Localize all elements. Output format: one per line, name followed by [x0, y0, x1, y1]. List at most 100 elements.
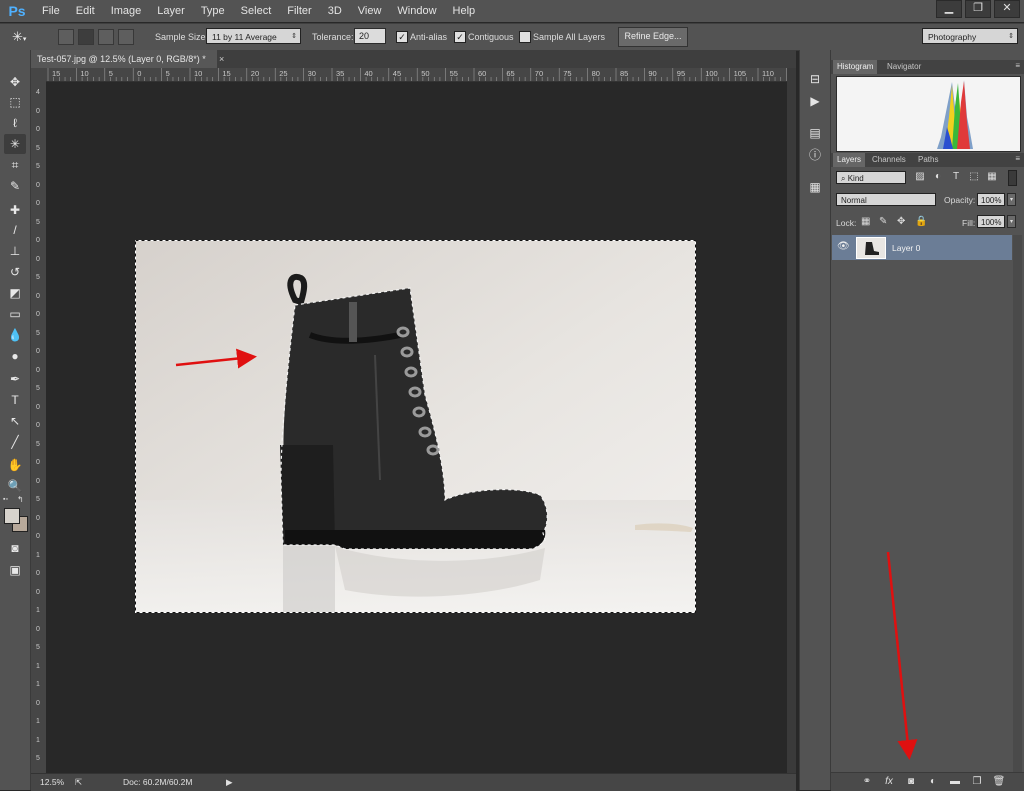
menu-window[interactable]: Window: [389, 0, 444, 22]
anti-alias-checkbox[interactable]: ✓: [396, 31, 408, 43]
paragraph-icon[interactable]: ▦: [804, 178, 826, 196]
layer-row[interactable]: 👁 Layer 0: [832, 235, 1012, 260]
type-filter-icon[interactable]: T: [950, 171, 962, 183]
horizontal-ruler[interactable]: 15 10 5 0 5 10 15 20 25 30 35 40 45 50 55 60 65 70 75 80 85 9…: [46, 68, 787, 82]
path-selection-tool-icon[interactable]: ↖: [4, 411, 26, 431]
menu-type[interactable]: Type: [193, 0, 233, 22]
zoom-tool-icon[interactable]: 🔍: [4, 476, 26, 496]
quick-mask-icon[interactable]: ◙: [4, 538, 26, 558]
fill-input[interactable]: 100%: [977, 215, 1005, 228]
hand-tool-icon[interactable]: ✋: [4, 455, 26, 475]
tab-layers[interactable]: Layers: [833, 153, 866, 167]
foreground-color-swatch[interactable]: [4, 508, 20, 524]
history-icon[interactable]: ⊟: [804, 70, 826, 88]
info-icon[interactable]: ⓘ: [804, 146, 826, 164]
shape-filter-icon[interactable]: ⬚: [968, 171, 980, 183]
refine-edge-button[interactable]: Refine Edge...: [618, 27, 688, 47]
menu-file[interactable]: File: [34, 0, 68, 22]
healing-brush-tool-icon[interactable]: ✚: [4, 200, 26, 220]
tab-histogram[interactable]: Histogram: [833, 60, 878, 74]
lasso-tool-icon[interactable]: ℓ: [4, 113, 26, 133]
add-to-selection-icon[interactable]: [78, 29, 94, 45]
brush-tool-icon[interactable]: /: [4, 220, 26, 240]
tab-channels[interactable]: Channels: [868, 153, 910, 167]
lock-all-icon[interactable]: 🔒: [915, 216, 927, 227]
magic-wand-icon[interactable]: ✳▾: [12, 28, 40, 46]
menu-select[interactable]: Select: [233, 0, 280, 22]
contiguous-checkbox[interactable]: ✓: [454, 31, 466, 43]
eyedropper-tool-icon[interactable]: ✎: [4, 176, 26, 196]
magic-wand-tool-icon[interactable]: ✳: [4, 134, 26, 154]
document-image[interactable]: [135, 240, 696, 613]
actions-play-icon[interactable]: ▶: [804, 92, 826, 110]
line-tool-icon[interactable]: ╱: [4, 432, 26, 452]
panel-menu-icon[interactable]: ≡: [1015, 154, 1020, 163]
layers-scrollbar[interactable]: [1013, 235, 1022, 772]
new-selection-icon[interactable]: [58, 29, 74, 45]
filter-toggle[interactable]: [1008, 170, 1017, 186]
screen-mode-icon[interactable]: ▣: [4, 560, 26, 580]
blend-mode-select[interactable]: Normal: [836, 193, 936, 206]
document-tab[interactable]: Test-057.jpg @ 12.5% (Layer 0, RGB/8*) *: [31, 50, 217, 68]
workspace-select[interactable]: Photography ⇕: [922, 28, 1018, 44]
minimize-button[interactable]: ▁: [936, 0, 962, 18]
ruler-origin[interactable]: [31, 68, 46, 81]
lock-pixels-icon[interactable]: ✎: [879, 216, 887, 227]
layer-filter-kind-select[interactable]: ⌕ Kind: [836, 171, 906, 184]
properties-icon[interactable]: ▤: [804, 124, 826, 142]
opacity-input[interactable]: 100%: [977, 193, 1005, 206]
blur-tool-icon[interactable]: 💧: [4, 325, 26, 345]
layer-style-fx-icon[interactable]: fx: [881, 775, 897, 789]
menu-edit[interactable]: Edit: [68, 0, 103, 22]
intersect-selection-icon[interactable]: [118, 29, 134, 45]
clone-stamp-tool-icon[interactable]: ⊥: [4, 241, 26, 261]
smart-object-filter-icon[interactable]: ▦: [986, 171, 998, 183]
sample-all-layers-checkbox[interactable]: [519, 31, 531, 43]
eraser-tool-icon[interactable]: ◩: [4, 283, 26, 303]
opacity-dropdown-icon[interactable]: ▾: [1007, 193, 1016, 206]
adjustment-layer-icon[interactable]: ◐: [925, 775, 941, 789]
tolerance-input[interactable]: 20: [354, 28, 386, 44]
fill-dropdown-icon[interactable]: ▾: [1007, 215, 1016, 228]
swap-colors-icon[interactable]: ↰: [17, 495, 27, 504]
panel-menu-icon[interactable]: ≡: [1015, 61, 1020, 70]
export-icon[interactable]: ⇱: [75, 777, 82, 788]
zoom-level[interactable]: 12.5%: [40, 777, 64, 787]
menu-filter[interactable]: Filter: [279, 0, 319, 22]
menu-view[interactable]: View: [350, 0, 390, 22]
delete-layer-icon[interactable]: 🗑: [991, 775, 1007, 789]
new-layer-icon[interactable]: ❐: [969, 775, 985, 789]
menu-layer[interactable]: Layer: [149, 0, 193, 22]
tab-navigator[interactable]: Navigator: [883, 60, 925, 74]
move-tool-icon[interactable]: ✥: [4, 72, 26, 92]
menu-help[interactable]: Help: [445, 0, 484, 22]
restore-button[interactable]: ❐: [965, 0, 991, 18]
marquee-tool-icon[interactable]: ⬚: [4, 92, 26, 112]
eye-icon[interactable]: 👁: [837, 241, 850, 252]
layer-name[interactable]: Layer 0: [892, 243, 920, 253]
subtract-from-selection-icon[interactable]: [98, 29, 114, 45]
adjustment-filter-icon[interactable]: ◐: [932, 171, 944, 183]
link-layers-icon[interactable]: ⚭: [859, 775, 875, 789]
tab-paths[interactable]: Paths: [914, 153, 942, 167]
pen-tool-icon[interactable]: ✒: [4, 369, 26, 389]
status-menu-arrow-icon[interactable]: ▶: [226, 777, 233, 788]
menu-image[interactable]: Image: [103, 0, 150, 22]
close-tab-icon[interactable]: ×: [219, 50, 229, 68]
crop-tool-icon[interactable]: ⌗: [4, 155, 26, 175]
vertical-scrollbar[interactable]: [787, 68, 796, 773]
pixel-filter-icon[interactable]: ▨: [914, 171, 926, 183]
default-colors-icon[interactable]: ▪▫: [3, 496, 13, 504]
history-brush-tool-icon[interactable]: ↺: [4, 262, 26, 282]
type-tool-icon[interactable]: T: [4, 390, 26, 410]
lock-transparent-icon[interactable]: ▦: [861, 216, 870, 227]
lock-position-icon[interactable]: ✥: [897, 216, 905, 227]
new-group-icon[interactable]: ▬: [947, 775, 963, 789]
add-layer-mask-icon[interactable]: ◙: [903, 775, 919, 789]
sample-size-select[interactable]: 11 by 11 Average ⇕: [206, 28, 301, 44]
dodge-tool-icon[interactable]: ●: [4, 346, 26, 366]
vertical-ruler[interactable]: 4 0 0 5 5 0 0 5 0 0 5 0 0 5 0 0 5 0 0 5 0 0 5 0 0 1 0 0 1 0 5 1 1 0 1 1 5: [31, 81, 47, 773]
menu-3d[interactable]: 3D: [320, 0, 350, 22]
gradient-tool-icon[interactable]: ▭: [4, 304, 26, 324]
close-button[interactable]: ✕: [994, 0, 1020, 18]
